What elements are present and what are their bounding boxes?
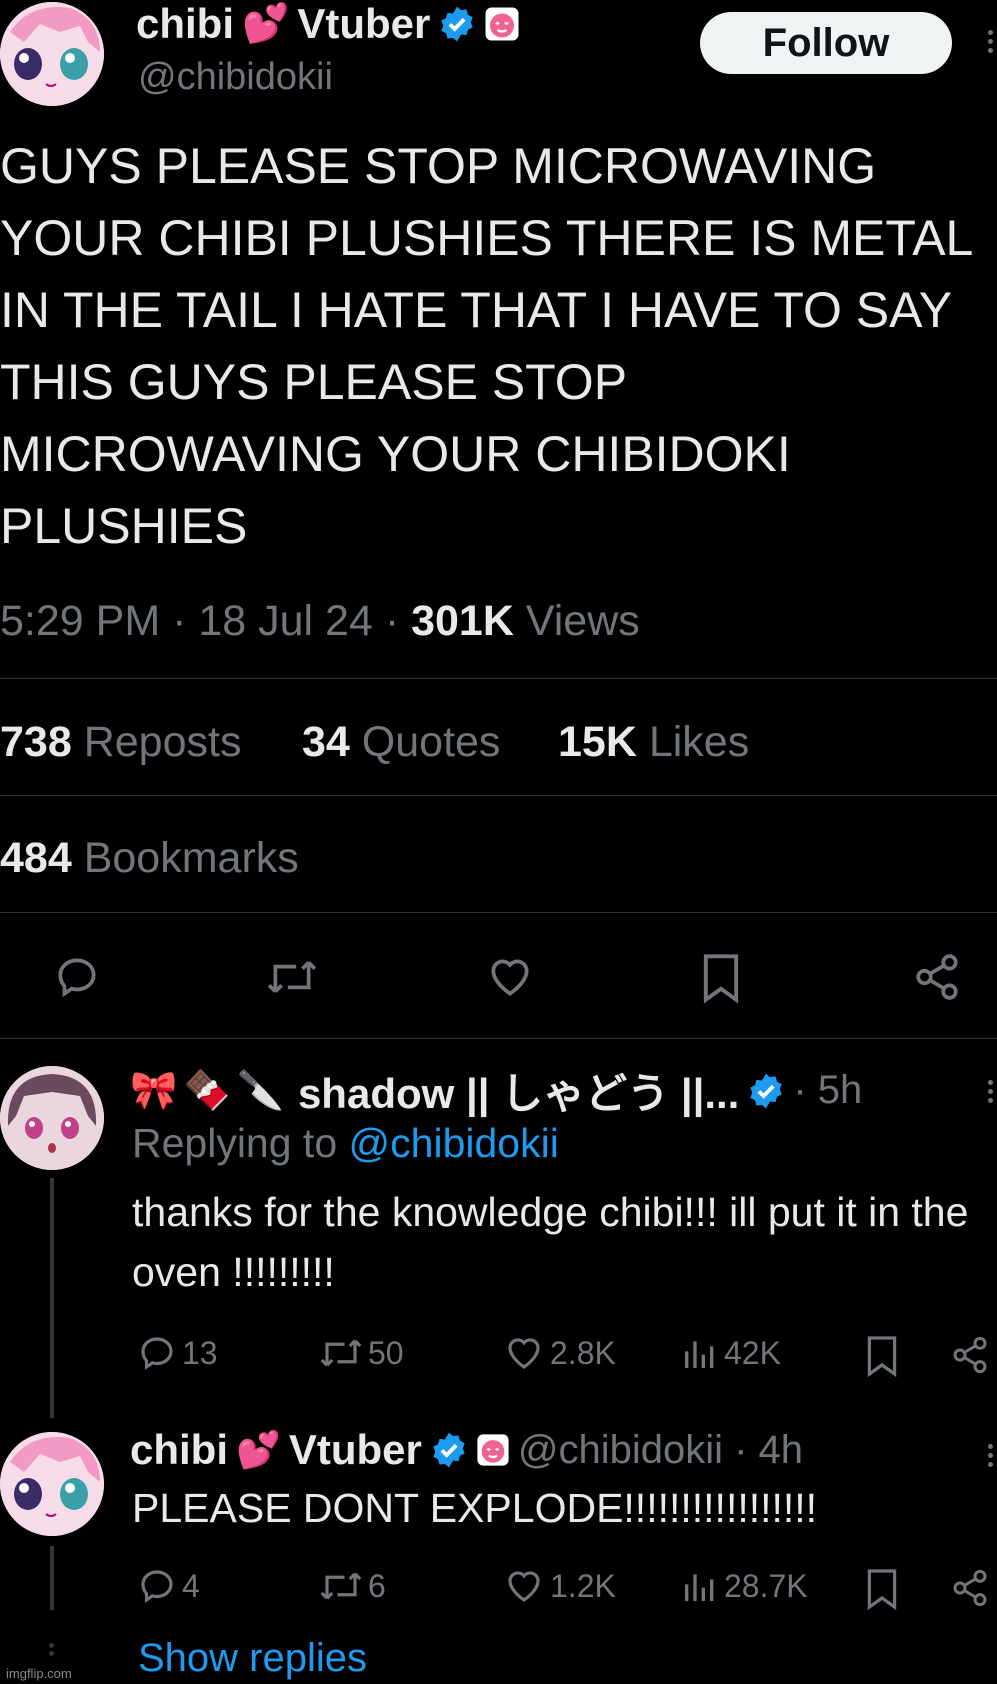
bookmarks-stat[interactable]: 484 Bookmarks xyxy=(0,834,299,883)
repost-icon xyxy=(320,1339,362,1367)
divider xyxy=(0,795,997,796)
reposts-count: 738 xyxy=(0,718,72,766)
author-name-second: Vtuber xyxy=(297,0,431,47)
reply-count: 13 xyxy=(182,1334,218,1371)
replying-to: Replying to @chibidokii xyxy=(132,1120,559,1167)
thread-line xyxy=(50,1178,54,1418)
divider xyxy=(0,678,997,679)
like-button[interactable]: 2.8K xyxy=(502,1332,616,1374)
heart-icon xyxy=(508,1571,540,1602)
share-icon xyxy=(916,954,958,1000)
reply-button[interactable]: 13 xyxy=(136,1332,218,1374)
reply-text: thanks for the knowledge chibi!!! ill pu… xyxy=(132,1189,969,1295)
reply-icon xyxy=(58,958,96,998)
share-button[interactable] xyxy=(950,1567,990,1609)
likes-count: 15K xyxy=(558,718,637,766)
repost-icon xyxy=(267,961,317,993)
more-options-icon[interactable] xyxy=(988,1440,996,1471)
reply-text: PLEASE DONT EXPLODE!!!!!!!!!!!!!!!!! xyxy=(132,1485,818,1531)
author-name-first: chibi xyxy=(136,0,235,47)
reply-handle-time[interactable]: @chibidokii · 4h xyxy=(518,1428,803,1473)
views-button[interactable]: 28.7K xyxy=(680,1565,808,1607)
reply-icon xyxy=(141,1570,173,1604)
quotes-count: 34 xyxy=(302,718,350,766)
like-count: 2.8K xyxy=(550,1334,616,1371)
affiliate-badge-icon xyxy=(484,6,520,42)
heart-emoji-icon: 💕 xyxy=(236,1429,281,1470)
watermark: imgflip.com xyxy=(6,1666,72,1681)
share-icon xyxy=(953,1336,987,1374)
like-count: 1.2K xyxy=(550,1567,616,1604)
bookmarks-label: Bookmarks xyxy=(83,834,299,882)
heart-emoji-icon: 💕 xyxy=(242,3,290,45)
author-avatar[interactable] xyxy=(0,2,104,106)
reply-avatar[interactable] xyxy=(0,1066,104,1170)
replying-prefix: Replying to xyxy=(132,1120,338,1166)
repost-count: 50 xyxy=(368,1334,404,1371)
verified-badge-icon xyxy=(430,1431,468,1469)
thread-line xyxy=(50,1546,54,1610)
more-options-icon[interactable] xyxy=(988,26,996,57)
replying-handle-link[interactable]: @chibidokii xyxy=(349,1120,559,1166)
likes-label: Likes xyxy=(648,718,750,766)
views-label: Views xyxy=(525,597,640,645)
views-count: 42K xyxy=(724,1334,781,1371)
quotes-stat[interactable]: 34 Quotes xyxy=(302,718,500,767)
share-icon xyxy=(953,1569,987,1607)
reply-name-emojis: 🎀🍫🔪 xyxy=(130,1069,290,1112)
reply-button[interactable]: 4 xyxy=(136,1565,200,1607)
analytics-icon xyxy=(685,1574,714,1601)
affiliate-badge-icon xyxy=(476,1433,510,1467)
tweet-timestamp[interactable]: 5:29 PM · 18 Jul 24 · xyxy=(0,597,411,645)
reposts-stat[interactable]: 738 Reposts xyxy=(0,718,241,767)
show-replies-link[interactable]: Show replies xyxy=(138,1636,367,1681)
like-button[interactable]: 1.2K xyxy=(502,1565,616,1607)
reply-avatar[interactable] xyxy=(0,1432,104,1536)
divider xyxy=(0,912,997,913)
reply-author-name-suffix[interactable]: Vtuber xyxy=(289,1426,422,1474)
author-name[interactable]: chibi 💕 Vtuber xyxy=(136,0,520,48)
bookmark-button[interactable] xyxy=(864,1334,900,1378)
reposts-label: Reposts xyxy=(83,718,242,766)
bookmark-icon xyxy=(867,1336,897,1378)
verified-badge-icon xyxy=(747,1072,785,1110)
views-button[interactable]: 42K xyxy=(680,1332,781,1374)
repost-button[interactable] xyxy=(265,952,319,1002)
like-button[interactable] xyxy=(484,952,536,1002)
views-count: 301K xyxy=(411,597,514,645)
bookmark-icon xyxy=(703,954,739,1004)
verified-badge-icon xyxy=(438,5,476,43)
reply-button[interactable] xyxy=(52,952,102,1002)
tweet-text: GUYS PLEASE STOP MICROWAVING YOUR CHIBI … xyxy=(0,138,972,554)
bookmarks-count: 484 xyxy=(0,834,72,882)
heart-icon xyxy=(491,959,529,996)
reply-header: chibi 💕 Vtuber @chibidokii · 4h xyxy=(130,1426,803,1474)
thread-dots xyxy=(49,1640,54,1659)
more-options-icon[interactable] xyxy=(988,1076,996,1107)
share-button[interactable] xyxy=(912,952,962,1002)
views-count: 28.7K xyxy=(724,1567,808,1604)
reply-author-name[interactable]: chibi xyxy=(130,1426,228,1474)
reply-icon xyxy=(141,1337,173,1371)
bookmark-button[interactable] xyxy=(698,952,744,1004)
repost-icon xyxy=(320,1572,362,1600)
repost-count: 6 xyxy=(368,1567,386,1604)
follow-button[interactable]: Follow xyxy=(700,12,952,74)
reply-author-name[interactable]: shadow || しゃどう ||... xyxy=(298,1060,739,1121)
author-handle[interactable]: @chibidokii xyxy=(138,56,333,99)
analytics-icon xyxy=(685,1341,714,1368)
share-button[interactable] xyxy=(950,1334,990,1376)
reply-count: 4 xyxy=(182,1567,200,1604)
divider xyxy=(0,1038,997,1039)
heart-icon xyxy=(508,1338,540,1369)
repost-button[interactable]: 50 xyxy=(318,1332,404,1374)
likes-stat[interactable]: 15K Likes xyxy=(558,718,749,767)
bookmark-icon xyxy=(867,1569,897,1611)
reply-header: 🎀🍫🔪 shadow || しゃどう ||... · 5h xyxy=(130,1060,862,1121)
reply-time[interactable]: · 5h xyxy=(793,1068,862,1113)
bookmark-button[interactable] xyxy=(864,1567,900,1611)
quotes-label: Quotes xyxy=(361,718,501,766)
repost-button[interactable]: 6 xyxy=(318,1565,386,1607)
tweet-meta: 5:29 PM · 18 Jul 24 · 301K Views xyxy=(0,597,640,646)
